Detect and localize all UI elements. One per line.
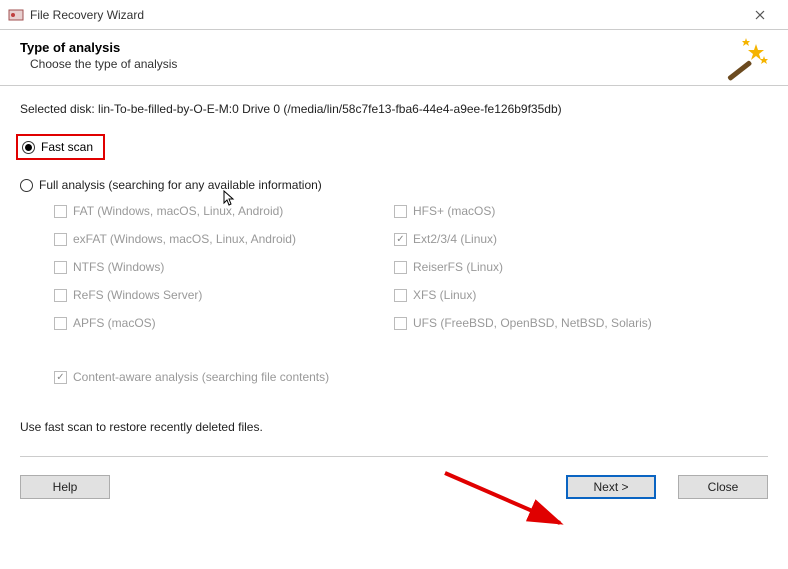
wizard-header: Type of analysis Choose the type of anal… [0, 30, 788, 86]
fs-label: UFS (FreeBSD, OpenBSD, NetBSD, Solaris) [413, 316, 652, 330]
content-aware-label: Content-aware analysis (searching file c… [73, 370, 329, 384]
fs-label: Ext2/3/4 (Linux) [413, 232, 497, 246]
close-button[interactable]: Close [678, 475, 768, 499]
help-button[interactable]: Help [20, 475, 110, 499]
checkbox-icon [394, 233, 407, 246]
fs-label: FAT (Windows, macOS, Linux, Android) [73, 204, 283, 218]
fast-scan-option-highlight: Fast scan [16, 134, 105, 160]
app-icon [8, 7, 24, 23]
checkbox-icon [394, 205, 407, 218]
checkbox-icon [394, 317, 407, 330]
hint-text: Use fast scan to restore recently delete… [20, 420, 768, 434]
fast-scan-label[interactable]: Fast scan [41, 140, 93, 154]
checkbox-icon [54, 205, 67, 218]
fs-item: HFS+ (macOS) [394, 204, 714, 218]
full-analysis-label[interactable]: Full analysis (searching for any availab… [39, 178, 322, 192]
title-bar: File Recovery Wizard [0, 0, 788, 30]
checkbox-icon [54, 317, 67, 330]
footer-separator [20, 456, 768, 457]
fs-label: ReFS (Windows Server) [73, 288, 202, 302]
fs-label: exFAT (Windows, macOS, Linux, Android) [73, 232, 296, 246]
fs-label: APFS (macOS) [73, 316, 156, 330]
next-button-label: Next > [593, 480, 628, 494]
content-aware-option: Content-aware analysis (searching file c… [54, 370, 768, 384]
fs-item: XFS (Linux) [394, 288, 714, 302]
window-close-button[interactable] [740, 1, 780, 29]
fs-item: APFS (macOS) [54, 316, 394, 330]
fs-item: UFS (FreeBSD, OpenBSD, NetBSD, Solaris) [394, 316, 714, 330]
full-analysis-option: Full analysis (searching for any availab… [20, 178, 768, 192]
checkbox-icon [54, 233, 67, 246]
wizard-wand-icon [720, 36, 770, 86]
fs-item: NTFS (Windows) [54, 260, 394, 274]
checkbox-icon [394, 261, 407, 274]
fs-item: ReFS (Windows Server) [54, 288, 394, 302]
filesystem-grid: FAT (Windows, macOS, Linux, Android) HFS… [54, 204, 768, 330]
next-button[interactable]: Next > [566, 475, 656, 499]
page-subtitle: Choose the type of analysis [30, 57, 768, 71]
full-analysis-radio[interactable] [20, 179, 33, 192]
fs-item: exFAT (Windows, macOS, Linux, Android) [54, 232, 394, 246]
fast-scan-radio[interactable] [22, 141, 35, 154]
wizard-footer: Help Next > Close [0, 465, 788, 513]
fs-item: FAT (Windows, macOS, Linux, Android) [54, 204, 394, 218]
page-title: Type of analysis [20, 40, 768, 55]
close-button-label: Close [708, 480, 739, 494]
checkbox-icon [54, 289, 67, 302]
fs-item: ReiserFS (Linux) [394, 260, 714, 274]
window-title: File Recovery Wizard [30, 8, 740, 22]
fs-item: Ext2/3/4 (Linux) [394, 232, 714, 246]
checkbox-icon [394, 289, 407, 302]
wizard-content: Selected disk: lin-To-be-filled-by-O-E-M… [0, 86, 788, 465]
help-button-label: Help [53, 480, 78, 494]
checkbox-icon [54, 261, 67, 274]
fs-label: XFS (Linux) [413, 288, 476, 302]
fs-label: HFS+ (macOS) [413, 204, 495, 218]
checkbox-icon [54, 371, 67, 384]
fs-label: NTFS (Windows) [73, 260, 164, 274]
selected-disk-label: Selected disk: lin-To-be-filled-by-O-E-M… [20, 102, 768, 116]
fs-label: ReiserFS (Linux) [413, 260, 503, 274]
